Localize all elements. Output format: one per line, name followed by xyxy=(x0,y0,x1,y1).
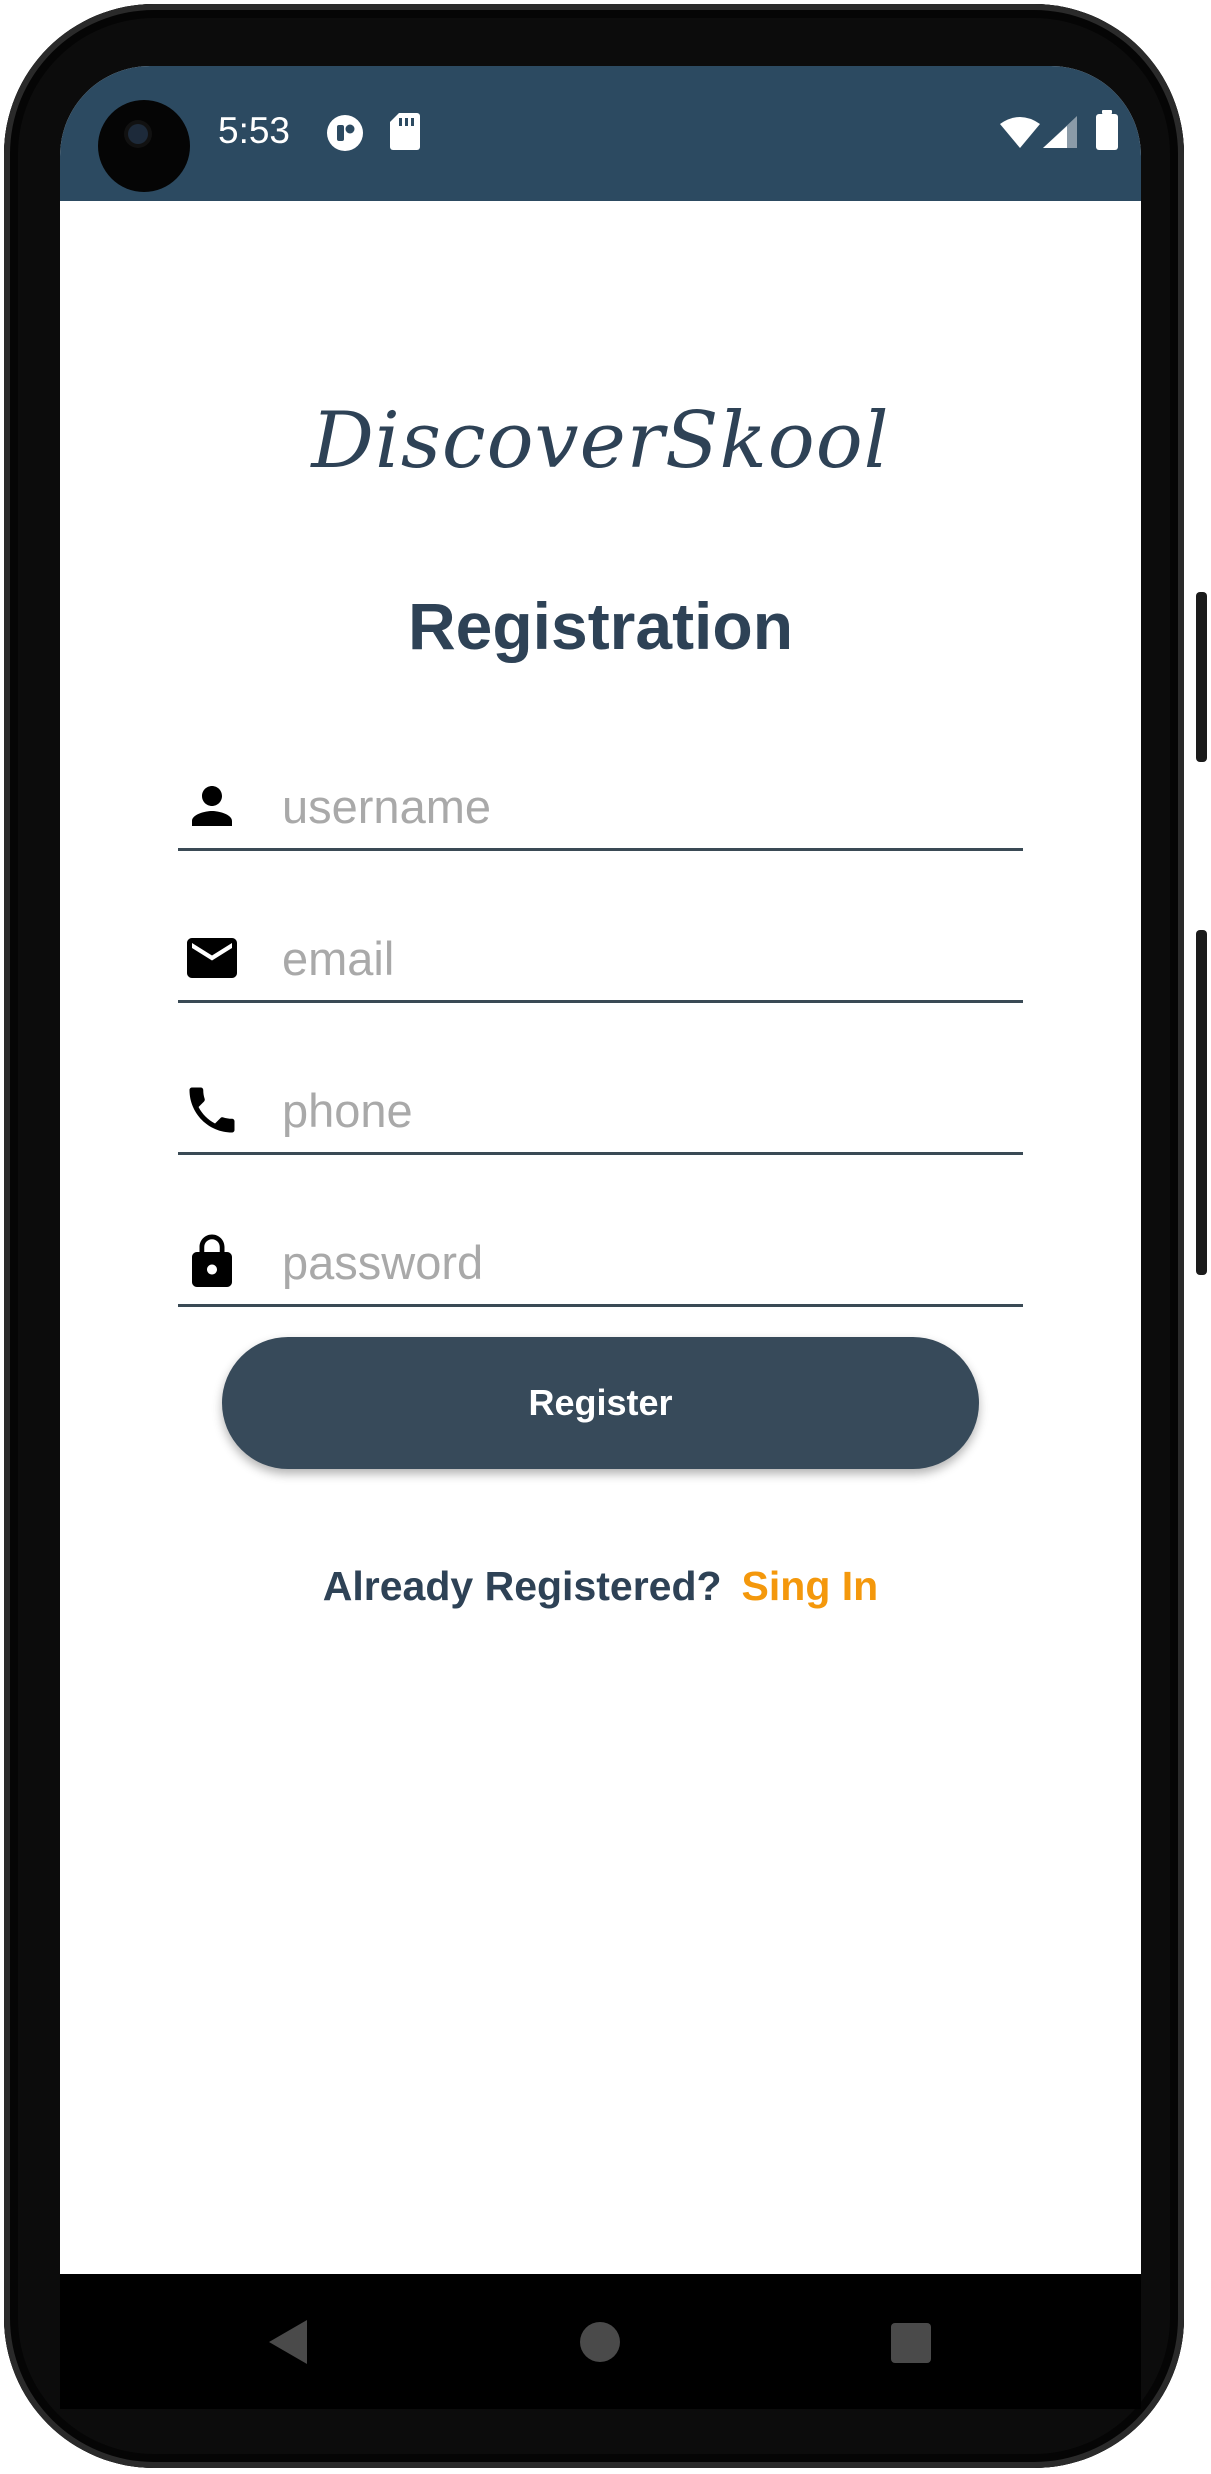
app-notification-icon xyxy=(326,114,364,152)
already-registered-text: Already Registered? xyxy=(322,1563,722,1609)
email-field-row xyxy=(178,922,1023,1003)
volume-button xyxy=(1196,592,1207,762)
app-title: DiscoverSkool xyxy=(311,396,890,486)
status-time: 5:53 xyxy=(218,110,291,151)
phone-field-row xyxy=(178,1074,1023,1155)
battery-icon xyxy=(1096,110,1118,150)
front-camera xyxy=(98,100,190,192)
cellular-signal-icon xyxy=(1043,116,1077,148)
screen: 5:53 DiscoverSkool Registration username… xyxy=(60,66,1141,2274)
username-field-row xyxy=(178,770,1023,851)
navigation-bar xyxy=(60,2274,1141,2409)
phone-input[interactable] xyxy=(282,1078,1002,1142)
lock-icon xyxy=(182,1232,242,1292)
password-input[interactable] xyxy=(282,1230,1002,1294)
home-icon[interactable] xyxy=(580,2322,620,2362)
mail-icon xyxy=(182,928,242,988)
register-button[interactable]: Register xyxy=(222,1337,979,1469)
phone-icon xyxy=(182,1080,242,1140)
person-icon xyxy=(182,776,242,836)
email-input[interactable] xyxy=(282,926,1002,990)
sign-in-link[interactable]: Sing In xyxy=(742,1563,879,1609)
signin-row: Already Registered? Sing In xyxy=(60,1563,1141,1610)
password-field-row xyxy=(178,1226,1023,1307)
username-input[interactable] xyxy=(282,774,1002,838)
sd-card-icon xyxy=(390,112,420,150)
recents-icon[interactable] xyxy=(891,2323,931,2363)
power-button xyxy=(1196,930,1207,1275)
status-bar: 5:53 xyxy=(60,66,1141,201)
back-icon[interactable] xyxy=(265,2318,309,2371)
page-title: Registration xyxy=(407,589,794,663)
wifi-icon xyxy=(1000,116,1040,148)
